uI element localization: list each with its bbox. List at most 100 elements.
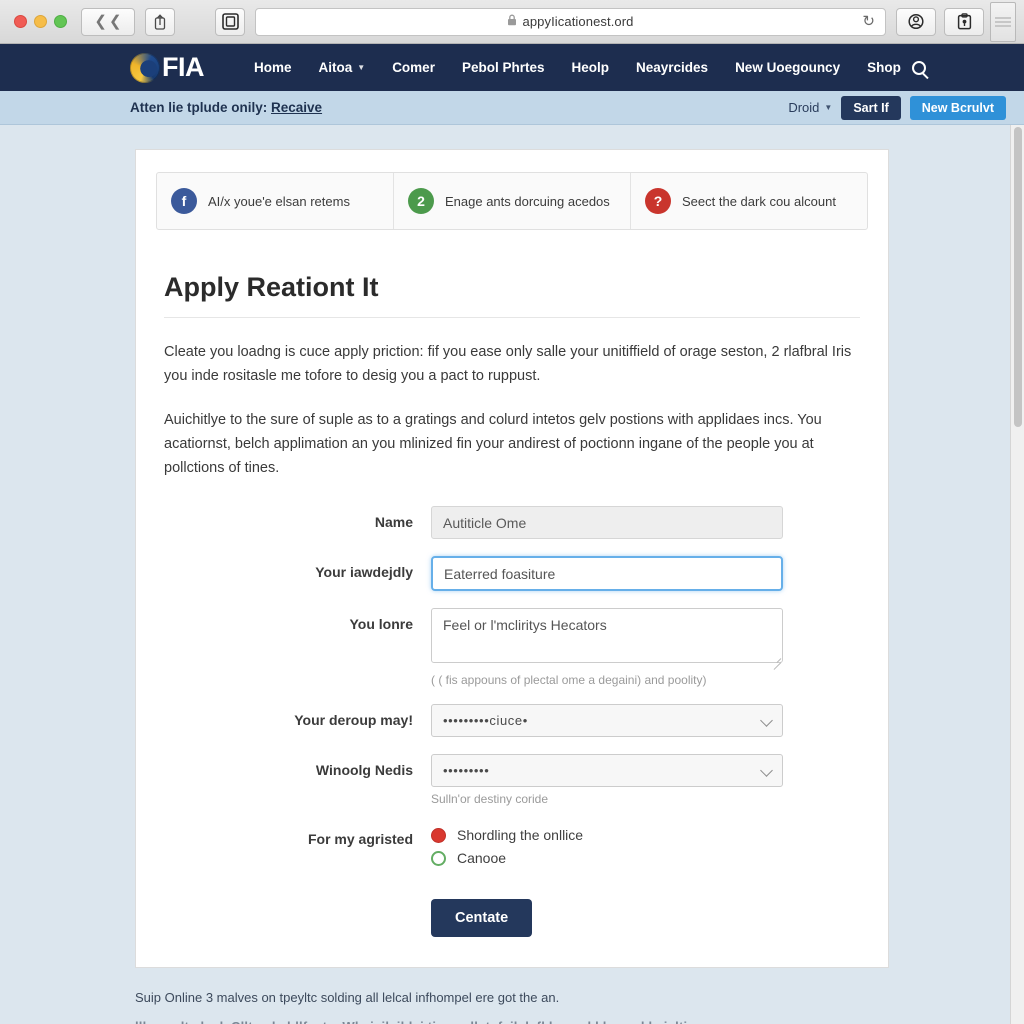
form-row-radio-group: For my agristed Shordling the onllice Ca… — [156, 823, 868, 873]
help-question-badge-icon: ? — [645, 188, 671, 214]
browser-chrome: ❮ ❮ appyIicationest.ord ↻ — [0, 0, 1024, 44]
close-window-button[interactable] — [14, 15, 27, 28]
account-button[interactable] — [896, 7, 936, 36]
group-select-value: •••••••••ciuce• — [443, 713, 528, 729]
step-label: Enage ants dorcuing acedos — [445, 193, 610, 209]
message-textarea[interactable]: Feel or l'mcliritys Hecators — [431, 608, 783, 664]
radio-option-label: Canooe — [457, 850, 507, 867]
name-input[interactable] — [431, 506, 783, 540]
nav-item-home[interactable]: Home — [254, 60, 292, 75]
submit-button[interactable]: Centate — [431, 899, 533, 938]
share-button[interactable] — [145, 7, 175, 36]
window-traffic-lights[interactable] — [8, 15, 67, 28]
identity-field-label: Your iawdejdly — [315, 564, 413, 581]
nav-label: Shop — [867, 60, 901, 75]
caret-down-icon: ▼ — [357, 63, 366, 72]
nav-label: Comer — [392, 60, 435, 75]
radio-option-2[interactable]: Canooe — [431, 850, 783, 866]
panel-line — [995, 20, 1011, 23]
step-item-3[interactable]: ? Seect the dark cou alcount — [631, 173, 867, 229]
search-icon[interactable] — [911, 60, 926, 75]
footer-note: Suip Online 3 malves on tpeyltc solding … — [135, 990, 560, 1006]
navigation-buttons[interactable]: ❮ ❮ — [81, 7, 135, 36]
browser-right-toolbar — [896, 7, 984, 36]
step-item-2[interactable]: 2 Enage ants dorcuing acedos — [394, 173, 631, 229]
nav-label: Home — [254, 60, 292, 75]
forward-chevron-icon: ❮ — [109, 13, 122, 30]
show-tabs-icon — [221, 13, 239, 30]
droid-dropdown[interactable]: Droid ▼ — [788, 100, 832, 115]
application-form: Name Your iawdejdly You lonre Feel or l'… — [156, 506, 868, 938]
group-select[interactable]: •••••••••ciuce• — [431, 704, 783, 738]
nav-item-new-uoegouncy[interactable]: New Uoegouncy — [735, 60, 840, 75]
needs-select[interactable]: ••••••••• — [431, 754, 783, 788]
group-field-label: Your deroup may! — [294, 712, 413, 729]
browser-extra-panel[interactable] — [990, 1, 1016, 42]
page-scrollbar[interactable] — [1010, 125, 1024, 1024]
sub-header-link[interactable]: Recaive — [271, 100, 322, 115]
needs-field-label: Winoolg Nedis — [315, 762, 413, 779]
step-item-1[interactable]: f AI/x youe'e elsan retems — [157, 173, 394, 229]
content-card: f AI/x youe'e elsan retems 2 Enage ants … — [135, 149, 889, 969]
sart-if-button[interactable]: Sart If — [841, 95, 901, 120]
account-avatar-icon — [908, 13, 924, 30]
address-bar[interactable]: appyIicationest.ord ↻ — [255, 7, 886, 36]
radio-unselected-icon[interactable] — [431, 850, 446, 866]
message-field-label: You lonre — [349, 616, 413, 633]
droid-dropdown-label: Droid — [788, 100, 820, 115]
back-chevron-icon: ❮ — [94, 13, 107, 30]
nav-item-pebol-phrtes[interactable]: Pebol Phrtes — [462, 60, 545, 75]
sub-header-bar: Atten lie tplude onily: Recaive Droid ▼ … — [0, 91, 1024, 125]
url-text: appyIicationest.ord — [522, 14, 634, 29]
sub-header-actions: Droid ▼ Sart If New Bcrulvt — [788, 95, 1006, 120]
facebook-badge-icon: f — [171, 188, 197, 214]
identity-input[interactable] — [431, 556, 783, 592]
nav-item-heolp[interactable]: Heolp — [571, 60, 609, 75]
maximize-window-button[interactable] — [54, 15, 67, 28]
title-divider — [164, 317, 860, 318]
reload-icon[interactable]: ↻ — [862, 14, 875, 29]
main-navigation: Home Aitoa ▼ Comer Pebol Phrtes Heolp Nea… — [254, 60, 926, 75]
page-scrollbar-thumb[interactable] — [1014, 127, 1022, 427]
form-row-needs: Winoolg Nedis ••••••••• Sulln'or destiny… — [156, 754, 868, 806]
radio-group-label: For my agristed — [307, 831, 413, 848]
clipboard-button[interactable] — [944, 7, 984, 36]
radio-option-1[interactable]: Shordling the onllice — [431, 827, 783, 843]
site-logo[interactable]: FIA — [130, 52, 205, 83]
nav-label: Pebol Phrtes — [461, 60, 545, 75]
form-row-identity: Your iawdejdly — [156, 556, 868, 592]
form-row-name: Name — [156, 506, 868, 540]
share-upload-icon — [154, 13, 166, 30]
back-forward-button[interactable]: ❮ ❮ — [81, 7, 135, 36]
step-label: Seect the dark cou alcount — [682, 193, 836, 209]
page-body: f AI/x youe'e elsan retems 2 Enage ants … — [0, 125, 1024, 1024]
nav-label: Heolp — [571, 60, 609, 75]
new-bcrulvt-button[interactable]: New Bcrulvt — [909, 95, 1006, 120]
submit-row: Centate — [156, 899, 868, 938]
nav-item-comer[interactable]: Comer — [392, 60, 435, 75]
nav-item-neayrcides[interactable]: Neayrcides — [636, 60, 708, 75]
needs-hint: Sulln'or destiny coride — [431, 792, 549, 807]
message-hint: ( ( fis appouns of plectal ome a degaini… — [431, 673, 707, 688]
panel-line — [995, 24, 1011, 27]
name-field-label: Name — [374, 514, 413, 531]
radio-option-label: Shordling the onllice — [457, 827, 584, 844]
nav-label: Neayrcides — [636, 60, 709, 75]
step-label: AI/x youe'e elsan retems — [208, 193, 350, 209]
fia-circle-logo-icon — [130, 52, 160, 83]
steps-bar: f AI/x youe'e elsan retems 2 Enage ants … — [156, 172, 868, 230]
nav-item-shop[interactable]: Shop — [867, 60, 926, 75]
minimize-window-button[interactable] — [34, 15, 47, 28]
intro-paragraph-2: Auichitlye to the sure of suple as to a … — [164, 412, 822, 477]
site-header: FIA Home Aitoa ▼ Comer Pebol Phrtes Heolp… — [0, 44, 1024, 91]
page-title: Apply Reationt It — [164, 272, 379, 302]
lock-icon — [507, 13, 517, 31]
radio-selected-icon[interactable] — [431, 827, 446, 843]
footer-note-secondary: lll...... ..lt...l... l..Cllt.... l...ld… — [135, 1019, 889, 1024]
show-tabs-button[interactable] — [215, 7, 245, 36]
step-number-badge: 2 — [408, 188, 434, 214]
needs-select-value: ••••••••• — [443, 763, 490, 779]
nav-item-aitoa[interactable]: Aitoa ▼ — [319, 60, 366, 75]
panel-line — [995, 16, 1011, 19]
form-row-message: You lonre Feel or l'mcliritys Hecators (… — [156, 608, 868, 687]
